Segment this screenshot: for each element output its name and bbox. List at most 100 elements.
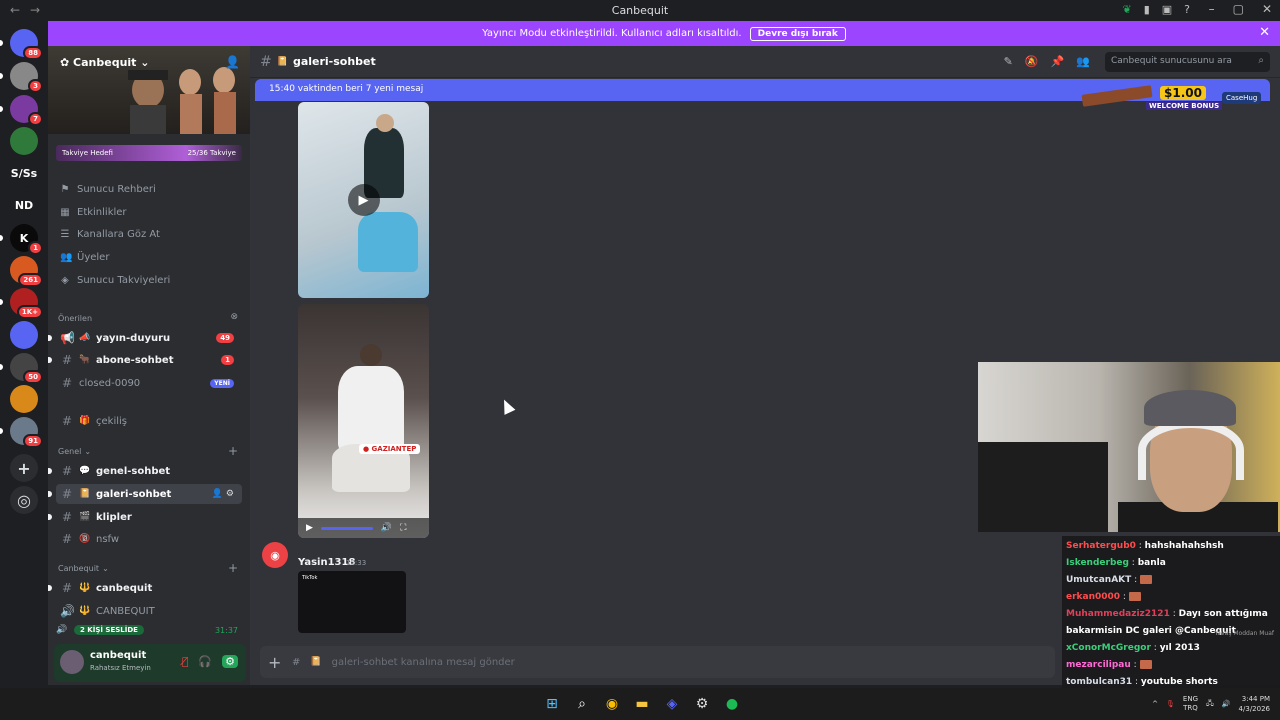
- username[interactable]: canbequit: [90, 650, 146, 661]
- steam-icon[interactable]: ⚙: [692, 694, 712, 714]
- hash-icon: #: [292, 656, 301, 668]
- video-attachment[interactable]: ● GAZIANTEP ▶ 🔊 ⛶: [298, 304, 429, 538]
- channel-emoji-icon: 📔: [276, 56, 288, 67]
- search-icon[interactable]: ⌕: [572, 694, 592, 714]
- avatar[interactable]: [60, 650, 84, 674]
- video-attachment[interactable]: ▶: [298, 102, 429, 298]
- server-banner[interactable]: ✿ Canbequit ⌄ 👤: [48, 46, 250, 134]
- hash-icon: #: [61, 464, 73, 478]
- channel-klipler[interactable]: # 🎬 klipler: [48, 507, 242, 527]
- server-icon[interactable]: K1: [10, 224, 43, 255]
- boost-goal-bar[interactable]: Takviye Hedefi 25/36 Takviye: [56, 145, 242, 161]
- channel-abone-sohbet[interactable]: # 🐂 abone-sohbet 1: [48, 350, 242, 370]
- minimize-icon[interactable]: –: [1209, 2, 1215, 16]
- add-server-icon[interactable]: +: [10, 454, 38, 482]
- discover-icon[interactable]: ◎: [10, 486, 38, 514]
- server-icon[interactable]: 3: [10, 62, 43, 93]
- category-canbequit[interactable]: Canbequit ⌄: [58, 564, 109, 573]
- close-window-icon[interactable]: ✕: [1262, 2, 1272, 16]
- user-settings-icon[interactable]: ⚙: [222, 655, 238, 668]
- members-icon: 👥: [60, 252, 73, 263]
- spotify-icon[interactable]: ●: [722, 694, 742, 714]
- channel-galeri-sohbet[interactable]: # 📔 galeri-sohbet 👤 ⚙: [48, 484, 242, 504]
- link-members[interactable]: 👥 Üyeler: [60, 252, 109, 263]
- twitch-chat-line: Iskenderbeg : banla: [1066, 558, 1166, 568]
- channel-settings-icon[interactable]: 👤 ⚙: [212, 489, 234, 499]
- discord-icon[interactable]: ◈: [662, 694, 682, 714]
- play-icon[interactable]: ▶: [347, 184, 380, 216]
- pin-icon[interactable]: 📌: [1051, 55, 1065, 68]
- server-icon[interactable]: [10, 385, 38, 413]
- server-mention-badge: 3: [28, 79, 43, 93]
- channel-yayin-duyuru[interactable]: 📢 📣 yayın-duyuru 49: [48, 328, 242, 348]
- message-composer[interactable]: + # 📔 galeri-sohbet kanalına mesaj gönde…: [260, 646, 1055, 678]
- announcement-icon: 📢: [60, 331, 75, 345]
- category-recommended[interactable]: Önerilen: [58, 314, 92, 323]
- channel-genel-sohbet[interactable]: # 💬 genel-sohbet: [48, 461, 242, 481]
- slow-mode-label: Yavaş Moddan Muaf: [1214, 630, 1274, 637]
- tray-chevron-icon[interactable]: ^: [1152, 700, 1158, 708]
- channel-closed-0090[interactable]: # closed-0090 YENİ: [56, 373, 242, 393]
- network-icon[interactable]: 🖧: [1206, 699, 1214, 710]
- bookmark-icon[interactable]: ▮: [1144, 3, 1150, 16]
- chrome-icon[interactable]: ◉: [602, 694, 622, 714]
- server-icon[interactable]: 261: [10, 256, 43, 287]
- server-icon[interactable]: 7: [10, 95, 43, 126]
- channel-cekilis[interactable]: # 🎁 çekiliş: [56, 411, 242, 431]
- create-channel-icon[interactable]: +: [228, 561, 238, 575]
- server-icon[interactable]: 91: [10, 417, 43, 448]
- play-icon[interactable]: ▶: [306, 523, 313, 533]
- channel-canbequit-voice[interactable]: 🔊 🔱 CANBEQUIT: [56, 601, 242, 621]
- server-icon[interactable]: 50: [10, 353, 43, 384]
- threads-icon[interactable]: ✎: [1004, 55, 1013, 68]
- windows-start-icon[interactable]: ⊞: [542, 694, 562, 714]
- server-icon[interactable]: [10, 127, 38, 155]
- channel-canbequit[interactable]: # 🔱 canbequit: [48, 578, 242, 598]
- link-events[interactable]: ▦ Etkinlikler: [60, 207, 126, 218]
- tiktok-embed[interactable]: TikTok: [298, 571, 406, 633]
- emote-icon: [1139, 660, 1152, 669]
- chat-message: banla: [1137, 558, 1166, 568]
- add-attachment-icon[interactable]: +: [268, 653, 282, 672]
- input-language[interactable]: ENG TRQ: [1183, 695, 1198, 713]
- invite-people-icon[interactable]: 👤: [225, 55, 240, 69]
- server-rail: 88 3 7 S/Ss ND K 1 261 1K+ 50 91 + ◎: [0, 21, 48, 685]
- notification-bell-icon[interactable]: 🔕: [1025, 55, 1039, 68]
- server-icon[interactable]: 1K+: [10, 288, 43, 319]
- member-list-icon[interactable]: 👥: [1076, 55, 1090, 68]
- headphones-icon[interactable]: 🎧: [198, 655, 212, 668]
- fullscreen-icon[interactable]: ⛶: [400, 523, 406, 533]
- volume-icon[interactable]: 🔊: [381, 523, 392, 533]
- nitro-leaf-icon[interactable]: ❦: [1122, 3, 1131, 16]
- avatar[interactable]: ◉: [262, 542, 288, 568]
- tray-mic-icon[interactable]: 🎙: [1166, 700, 1175, 708]
- link-browse-channels[interactable]: ☰ Kanallara Göz At: [60, 229, 160, 240]
- disable-streamer-mode-button[interactable]: Devre dışı bırak: [749, 26, 846, 41]
- mic-muted-icon[interactable]: 🎙̸: [182, 655, 189, 668]
- link-server-guide[interactable]: ⚑ Sunucu Rehberi: [60, 184, 156, 195]
- link-server-boosts[interactable]: ◈ Sunucu Takviyeleri: [60, 275, 170, 286]
- close-banner-icon[interactable]: ✕: [1259, 25, 1270, 40]
- video-progress-bar[interactable]: [320, 526, 373, 530]
- volume-icon[interactable]: 🔊: [1222, 700, 1231, 708]
- server-icon[interactable]: 88: [10, 29, 43, 60]
- voice-activity-strip[interactable]: 🔊 2 KİŞİ SESLİDE 31:37: [56, 621, 242, 639]
- server-icon[interactable]: [10, 321, 38, 349]
- search-input[interactable]: Canbequit sunucusunu ara ⌕: [1105, 52, 1270, 72]
- category-genel[interactable]: Genel ⌄: [58, 447, 91, 456]
- maximize-icon[interactable]: ▢: [1233, 2, 1244, 16]
- voice-timer: 31:37: [214, 625, 238, 635]
- inbox-icon[interactable]: ▣: [1162, 3, 1172, 16]
- channel-nsfw[interactable]: # 🔞 nsfw: [56, 529, 242, 549]
- channel-header: # 📔 galeri-sohbet ✎ 🔕 📌 👥 Canbequit sunu…: [250, 46, 1280, 78]
- server-icon[interactable]: ND: [10, 191, 38, 219]
- help-icon[interactable]: ?: [1184, 3, 1190, 16]
- create-channel-icon[interactable]: +: [228, 444, 238, 458]
- system-clock[interactable]: 3:44 PM 4/3/2026: [1239, 694, 1270, 714]
- unread-indicator: [48, 468, 52, 474]
- server-name[interactable]: ✿ Canbequit ⌄: [60, 56, 150, 69]
- dismiss-recommended-icon[interactable]: ⊗: [230, 312, 238, 322]
- server-icon[interactable]: S/Ss: [10, 159, 38, 187]
- unread-indicator: [48, 514, 52, 520]
- file-explorer-icon[interactable]: ▬: [632, 694, 652, 714]
